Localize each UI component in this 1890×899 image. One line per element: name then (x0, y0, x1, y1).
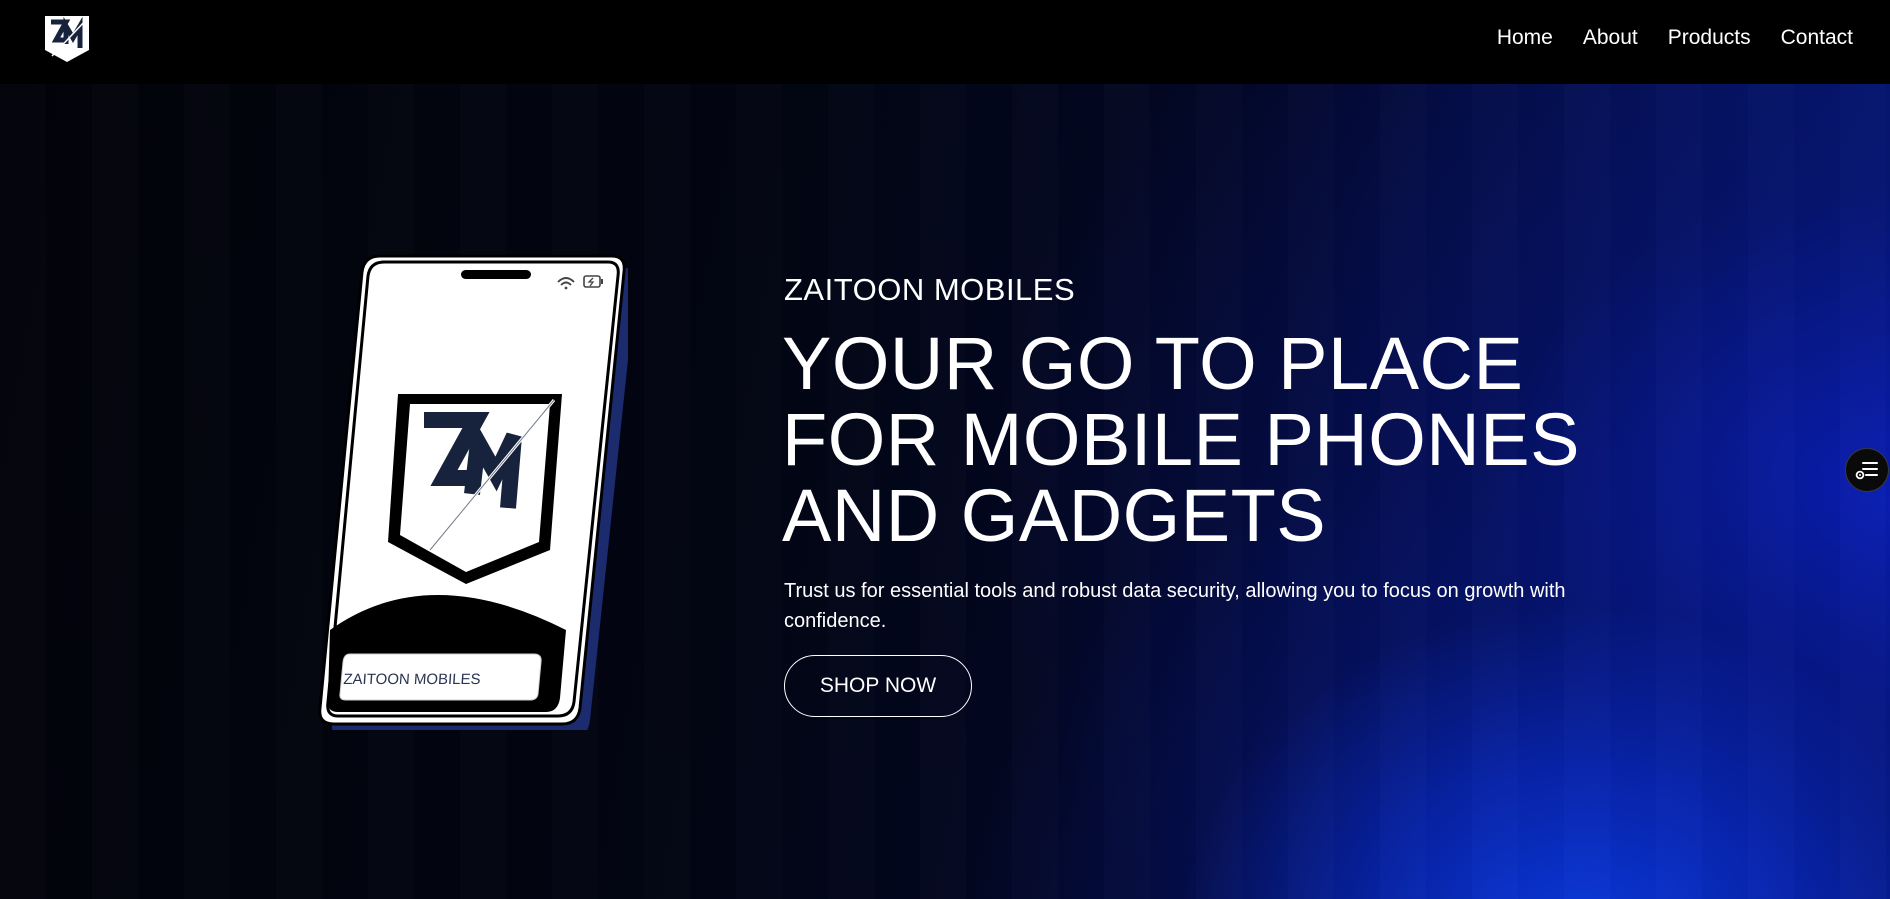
floating-settings-button[interactable] (1845, 448, 1889, 492)
zm-logo-icon[interactable] (42, 14, 92, 64)
nav-contact-link[interactable]: Contact (1766, 24, 1868, 52)
top-navbar: Home About Products Contact (0, 0, 1890, 84)
brand-kicker: ZAITOON MOBILES (784, 272, 1076, 307)
nav-about-link[interactable]: About (1568, 24, 1653, 52)
main-nav: Home About Products Contact (1482, 24, 1868, 52)
settings-list-icon (1855, 462, 1878, 480)
hero-headline: YOUR GO TO PLACE FOR MOBILE PHONES AND G… (782, 322, 1580, 557)
nav-home-link[interactable]: Home (1482, 24, 1568, 52)
nav-products-link[interactable]: Products (1653, 24, 1766, 52)
hero-subtext: Trust us for essential tools and robust … (784, 580, 1566, 632)
phone-illustration: ZAITOON MOBILES (318, 254, 628, 730)
shop-now-button[interactable]: SHOP NOW (784, 655, 972, 717)
phone-screen-label: ZAITOON MOBILES (343, 671, 481, 688)
